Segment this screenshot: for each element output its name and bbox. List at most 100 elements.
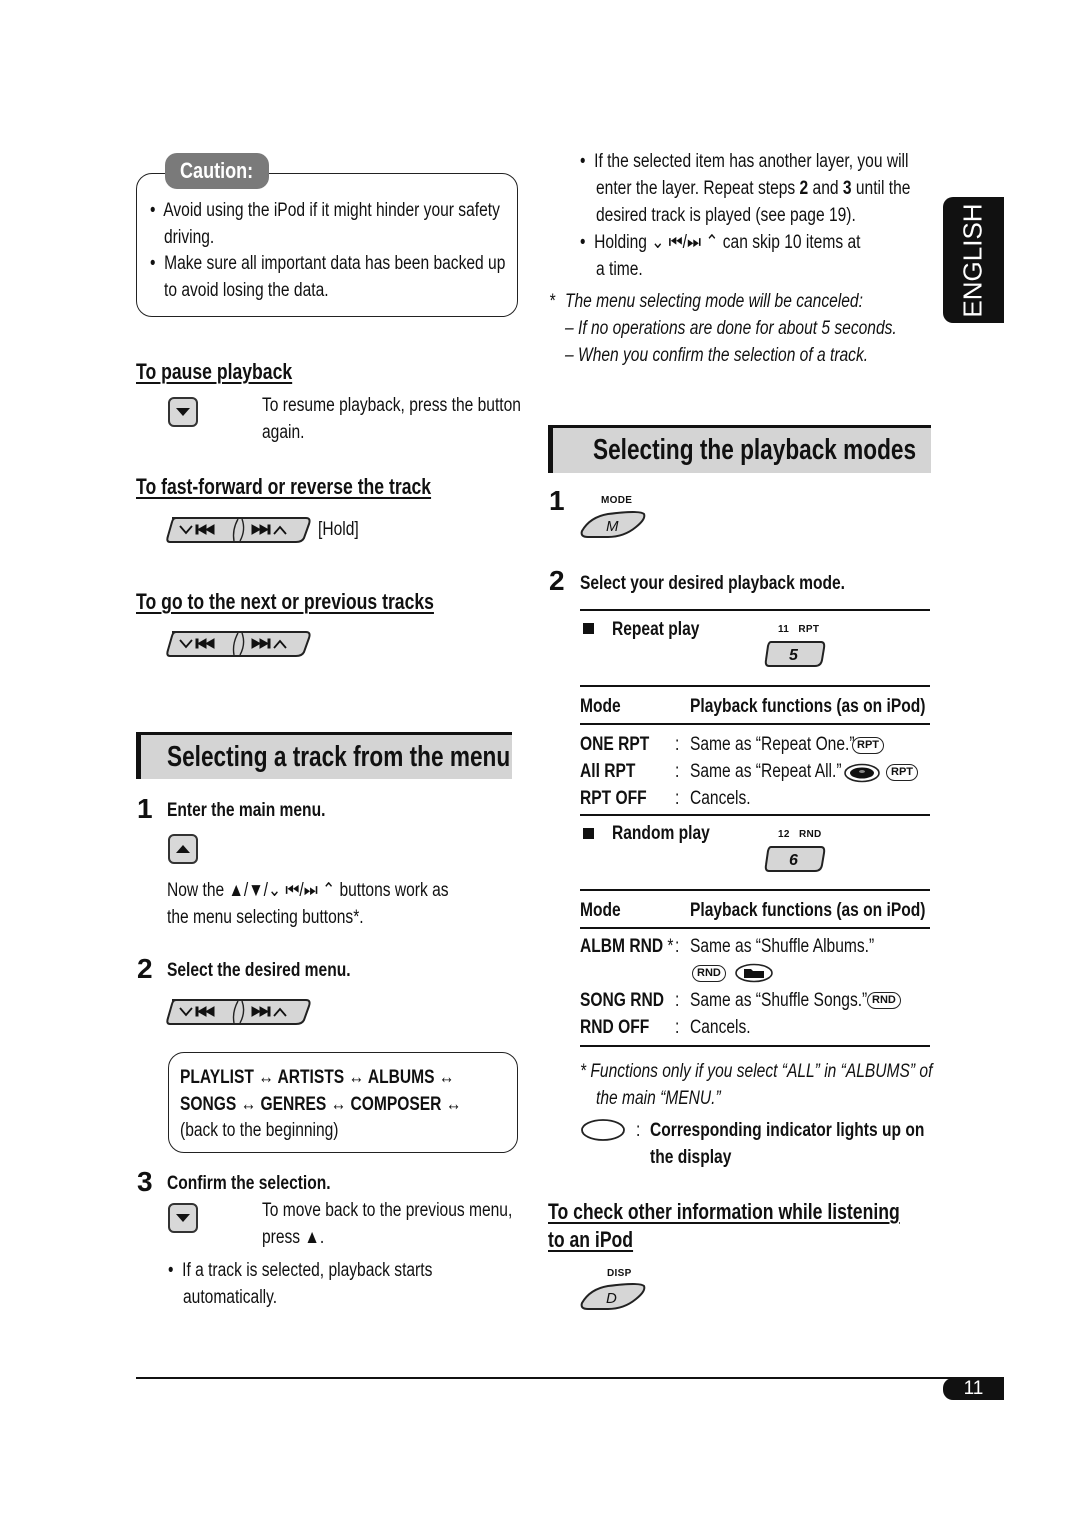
- check-info-heading: To check other information while listeni…: [548, 1199, 900, 1224]
- up-button[interactable]: [168, 834, 198, 864]
- rnd-indicator-icon: RND: [692, 965, 726, 982]
- menu-flow-line-1: PLAYLIST ↔ ARTISTS ↔ ALBUMS ↔: [180, 1067, 455, 1088]
- layer-bullet-cont2: desired track is played (see page 19).: [596, 205, 856, 226]
- caution-bullet-2-cont: to avoid losing the data.: [164, 280, 329, 301]
- sep-cell: :: [675, 788, 680, 809]
- step-number: 2: [549, 565, 565, 596]
- holding-bullet: • Holding ⌄ ⏮/⏭ ⌃ can skip 10 items at: [580, 232, 861, 253]
- disp-button[interactable]: D: [578, 1283, 648, 1311]
- footnote-cont: the main “MENU.”: [596, 1088, 721, 1109]
- rnd-indicator-icon: RND: [867, 992, 901, 1009]
- mode-cell: RPT OFF: [580, 788, 647, 809]
- step3-desc-cont: press ▲.: [262, 1227, 325, 1248]
- col-func-header: Playback functions (as on iPod): [690, 696, 926, 717]
- random-play-label: Random play: [612, 823, 710, 844]
- language-tab-label: ENGLISH: [958, 202, 988, 318]
- step3-bullet-cont: automatically.: [183, 1287, 278, 1308]
- section-banner-modes: Selecting the playback modes: [548, 425, 931, 473]
- func-cell: Cancels.: [690, 1017, 751, 1038]
- check-info-heading-cont: to an iPod: [548, 1227, 634, 1252]
- skip-rocker-button[interactable]: [166, 516, 312, 544]
- caution-title: Caution:: [165, 153, 269, 189]
- divider: [580, 685, 930, 687]
- func-cell: Same as “Repeat All.”: [690, 761, 842, 782]
- footnote: * Functions only if you select “ALL” in …: [580, 1061, 933, 1082]
- down-triangle-icon: [176, 408, 190, 416]
- language-tab: ENGLISH: [943, 197, 1004, 323]
- holding-bullet-cont: a time.: [596, 259, 643, 280]
- disp-button-glyph: D: [606, 1290, 617, 1307]
- divider: [580, 723, 930, 725]
- rpt-indicator-icon: RPT: [852, 737, 884, 754]
- pause-text-cont: again.: [262, 422, 305, 443]
- folder-indicator-icon: [735, 963, 773, 983]
- page-number: 11: [943, 1378, 1004, 1400]
- section-banner-menu: Selecting a track from the menu: [136, 732, 512, 779]
- step-number: 3: [137, 1166, 153, 1197]
- cancel-note: The menu selecting mode will be canceled…: [565, 291, 863, 312]
- divider: [580, 927, 930, 929]
- down-triangle-icon: [176, 1214, 190, 1222]
- step-number: 1: [137, 793, 153, 824]
- step-number: 1: [549, 485, 565, 516]
- repeat-play-label: Repeat play: [612, 619, 700, 640]
- divider: [580, 609, 930, 611]
- mode-cell: ONE RPT: [580, 734, 650, 755]
- menu-flow-line-2: SONGS ↔ GENRES ↔ COMPOSER ↔: [180, 1094, 462, 1115]
- repeat-button-caption: 11 RPT: [778, 624, 820, 635]
- func-cell: Same as “Repeat One.”: [690, 734, 855, 755]
- divider: [580, 889, 930, 891]
- step1-desc: Now the ▲/▼/⌄ ⏮/⏭ ⌃ buttons work as: [167, 880, 449, 901]
- disp-button-caption: DISP: [607, 1268, 632, 1279]
- down-button[interactable]: [168, 397, 198, 427]
- ffrev-heading: To fast-forward or reverse the track: [136, 474, 432, 499]
- nextprev-heading: To go to the next or previous tracks: [136, 589, 434, 614]
- menu-flow-line-3: (back to the beginning): [180, 1120, 339, 1141]
- pause-text: To resume playback, press the button: [262, 395, 521, 416]
- mode-cell: All RPT: [580, 761, 636, 782]
- sep-cell: :: [675, 761, 680, 782]
- pause-heading: To pause playback: [136, 359, 293, 384]
- random-button[interactable]: 6: [763, 845, 827, 873]
- indicator-legend-cont: the display: [650, 1147, 732, 1168]
- caution-bullet-1-cont: driving.: [164, 227, 215, 248]
- cancel-note-item: – When you confirm the selection of a tr…: [565, 345, 869, 366]
- skip-rocker-button[interactable]: [166, 630, 312, 658]
- mode-button[interactable]: M: [578, 511, 648, 539]
- indicator-oval-icon: [581, 1119, 625, 1141]
- indicator-legend: Corresponding indicator lights up on: [650, 1120, 925, 1141]
- sep-cell: :: [675, 990, 680, 1011]
- down-button[interactable]: [168, 1203, 198, 1233]
- sep-cell: :: [675, 734, 680, 755]
- mode-button-glyph: M: [606, 518, 619, 535]
- func-cell: Same as “Shuffle Songs.”: [690, 990, 868, 1011]
- mode-cell: SONG RND: [580, 990, 664, 1011]
- step3-bullet: • If a track is selected, playback start…: [168, 1260, 433, 1281]
- indicator-sep: :: [636, 1120, 641, 1141]
- repeat-button[interactable]: 5: [763, 640, 827, 668]
- divider: [580, 814, 930, 816]
- mode-cell: ALBM RND *: [580, 936, 674, 957]
- square-bullet-icon: [583, 828, 594, 839]
- disc-indicator-icon: [844, 763, 880, 783]
- repeat-button-glyph: 5: [789, 647, 799, 664]
- up-triangle-icon: [176, 845, 190, 853]
- step-label: Select the desired menu.: [167, 960, 351, 981]
- step-label: Enter the main menu.: [167, 800, 326, 821]
- col-func-header: Playback functions (as on iPod): [690, 900, 926, 921]
- layer-bullet: • If the selected item has another layer…: [580, 151, 909, 172]
- cancel-note-star: *: [549, 291, 556, 312]
- caution-bullet-2: • Make sure all important data has been …: [150, 253, 506, 274]
- section-title: Selecting a track from the menu: [167, 741, 511, 773]
- square-bullet-icon: [583, 623, 594, 634]
- col-mode-header: Mode: [580, 696, 621, 717]
- divider: [580, 1045, 930, 1047]
- layer-bullet-cont: enter the layer. Repeat steps 2 and 3 un…: [596, 178, 911, 199]
- caution-bullet-1: • Avoid using the iPod if it might hinde…: [150, 200, 500, 221]
- func-cell: Cancels.: [690, 788, 751, 809]
- sep-cell: :: [675, 1017, 680, 1038]
- mode-cell: RND OFF: [580, 1017, 650, 1038]
- skip-rocker-button[interactable]: [166, 998, 312, 1026]
- footer-rule: [136, 1377, 1004, 1379]
- random-button-glyph: 6: [789, 852, 798, 869]
